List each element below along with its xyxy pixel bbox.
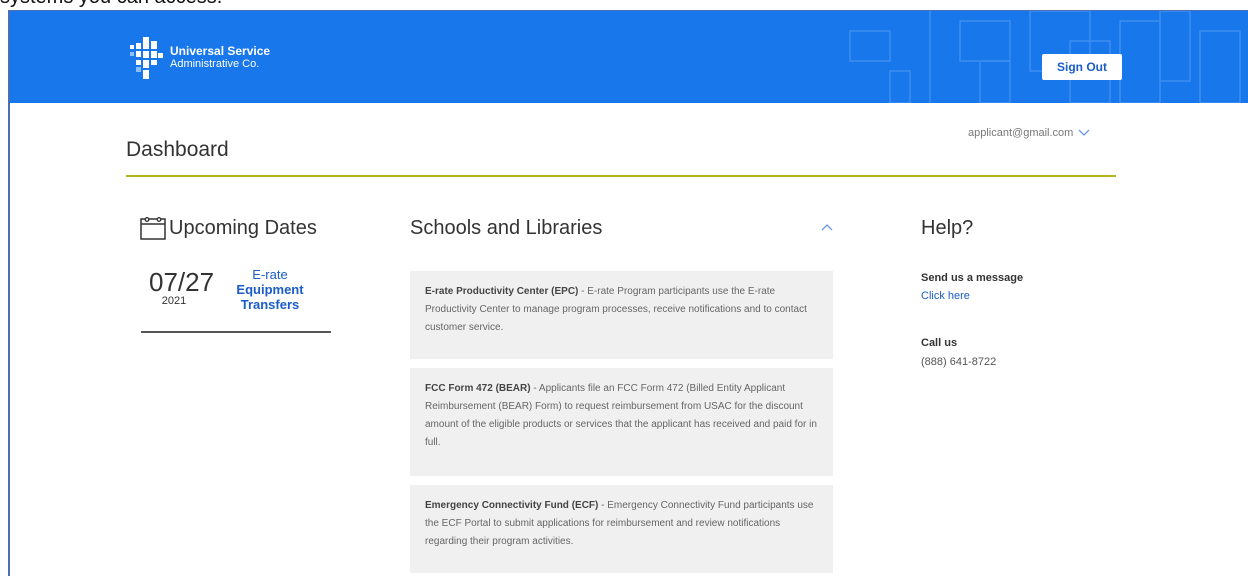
app-frame: Universal Service Administrative Co. Sig… [8,10,1248,576]
card-title: Emergency Connectivity Fund (ECF) [425,500,599,511]
chevron-down-icon [1078,129,1090,136]
upcoming-dates-title: Upcoming Dates [169,216,317,239]
sign-out-button[interactable]: Sign Out [1042,54,1122,80]
event-date: 07/27 2021 [149,267,215,307]
logo-line-2: Administrative Co. [170,58,260,70]
schools-libraries-heading: Schools and Libraries [410,217,603,239]
usac-logo-icon [130,37,163,79]
program-card-ecf[interactable]: Emergency Connectivity Fund (ECF) - Emer… [410,485,833,573]
click-here-link[interactable]: Click here [921,290,970,302]
title-divider [126,175,1116,177]
user-menu[interactable]: applicant@gmail.com [968,127,1090,139]
usac-logo[interactable]: Universal Service Administrative Co. [130,35,270,81]
page-title: Dashboard [126,138,229,161]
event-line-2: Equipment [236,282,304,297]
card-title: E-rate Productivity Center (EPC) [425,286,579,297]
site-header: Universal Service Administrative Co. Sig… [10,11,1248,103]
upcoming-dates-heading: Upcoming Dates [140,216,317,240]
top-cut-text: systems you can access. [0,0,222,9]
event-link-erate-equipment-transfers[interactable]: E-rate Equipment Transfers [225,267,315,312]
event-month-day: 07/27 [149,267,215,297]
help-heading: Help? [921,217,974,239]
logo-line-1: Universal Service [170,44,271,58]
event-line-3: Transfers [240,297,300,312]
chevron-up-icon[interactable] [821,223,833,231]
header-decoration [849,11,1241,103]
calendar-icon [140,217,166,240]
user-email: applicant@gmail.com [968,127,1074,139]
upcoming-divider [141,331,331,333]
phone-number: (888) 641-8722 [921,356,997,368]
send-message-label: Send us a message [921,272,1024,284]
event-line-1: E-rate [252,267,288,282]
call-us-label: Call us [921,337,958,349]
program-card-bear[interactable]: FCC Form 472 (BEAR) - Applicants file an… [410,368,833,476]
card-title: FCC Form 472 (BEAR) [425,383,531,394]
program-card-epc[interactable]: E-rate Productivity Center (EPC) - E-rat… [410,271,833,359]
